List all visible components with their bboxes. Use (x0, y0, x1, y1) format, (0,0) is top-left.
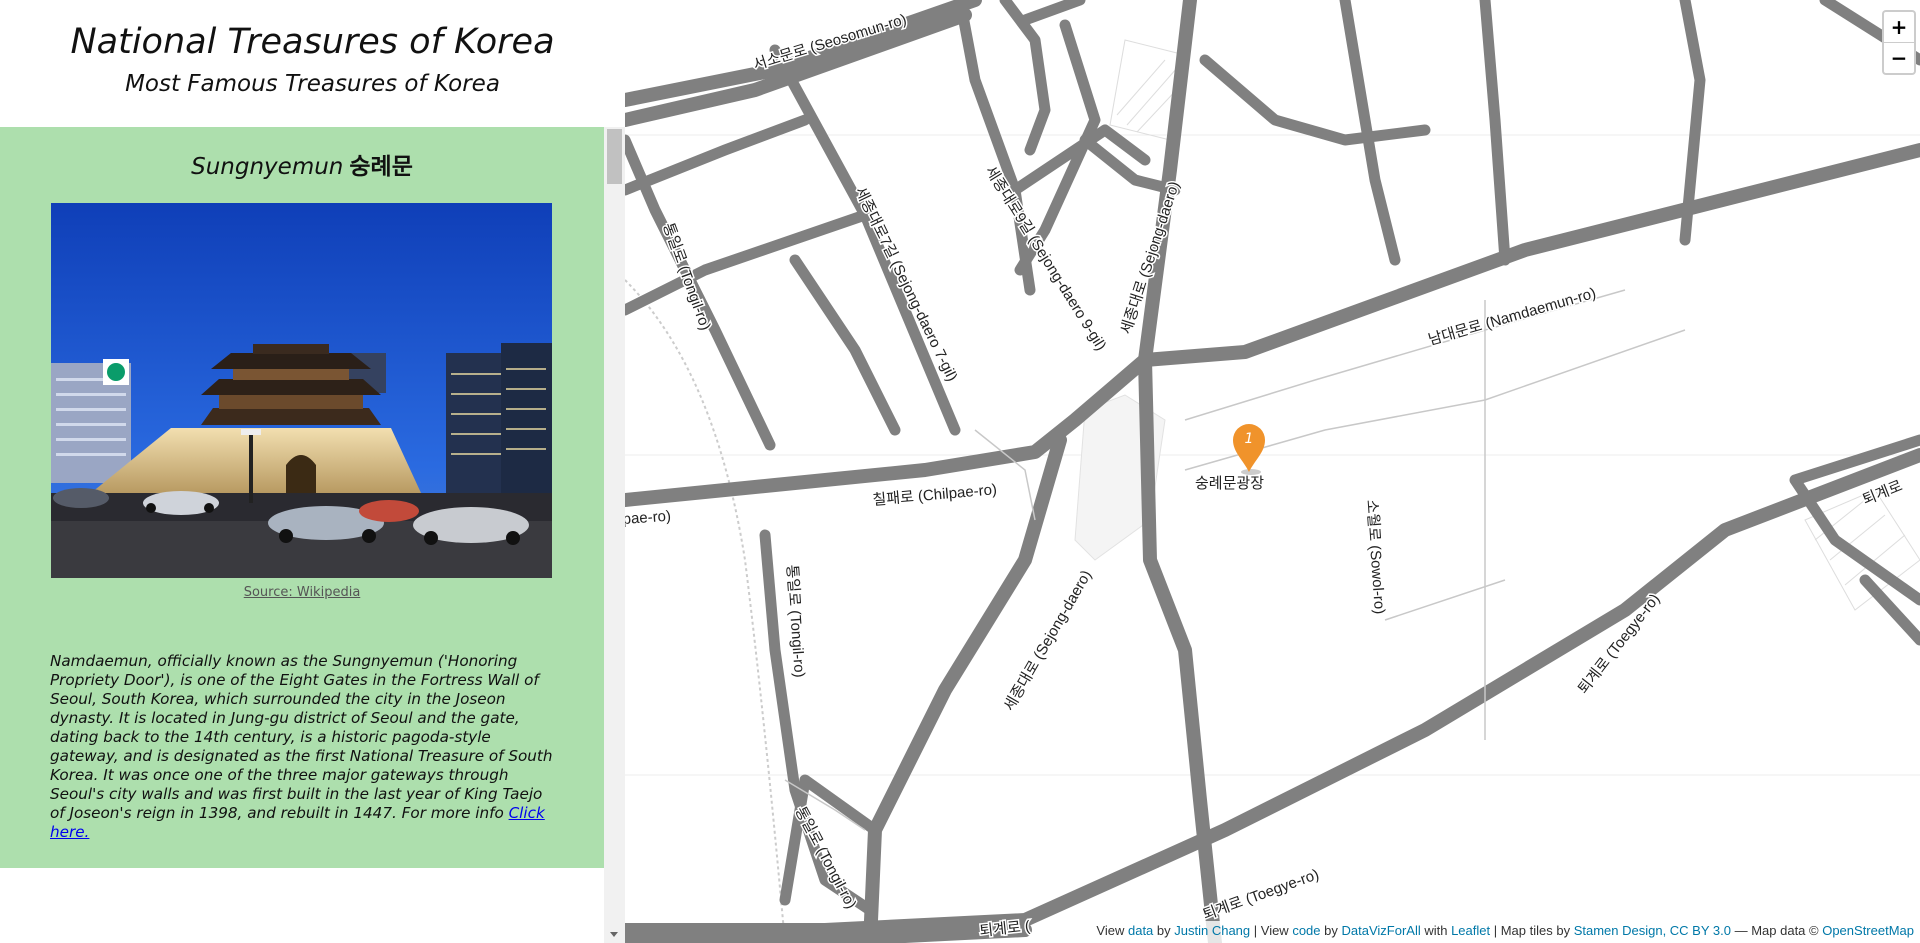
map-label-toegye-bottom: 퇴계로 (Toegye-ro) (1201, 866, 1322, 924)
treasure-title-korean: 숭례문 (349, 154, 413, 180)
page-header: National Treasures of Korea Most Famous … (0, 0, 625, 127)
treasure-title-english: Sungnyemun (191, 154, 344, 180)
story-scroll-pane[interactable]: Sungnyemun 숭례문 Source: Wikipedia Namdaem… (0, 127, 625, 943)
zoom-in-button[interactable]: + (1884, 12, 1914, 43)
attr-org-link[interactable]: DataVizForAll (1341, 923, 1420, 938)
treasure-title: Sungnyemun 숭례문 (0, 147, 604, 181)
map-label-namdaemun: 남대문로 (Namdaemun-ro) (1426, 285, 1598, 349)
page-title: National Treasures of Korea (70, 22, 555, 62)
map-label-tongil-middle: 통일로 (Tongil-ro) (783, 564, 808, 678)
attr-text: | Map tiles by (1490, 923, 1574, 938)
marker-number: 1 (1244, 431, 1254, 447)
map-label-sowol: 소월로 (Sowol-ro) (1363, 499, 1388, 615)
attr-text: with (1420, 923, 1452, 938)
treasure-photo (51, 203, 552, 578)
description-text: Namdaemun, officially known as the Sungn… (50, 652, 553, 822)
attr-author-link[interactable]: Justin Chang (1174, 923, 1250, 938)
attr-data-link[interactable]: data (1128, 923, 1153, 938)
map-label-plaza: 숭례문광장 (1195, 475, 1264, 492)
attr-text: View (1096, 923, 1128, 938)
marker-pin-icon (1233, 424, 1265, 475)
zoom-control: + − (1882, 10, 1916, 75)
map-label-tongil-upper: 통일로 (Tongil-ro) (659, 221, 714, 333)
attr-osm-link[interactable]: OpenStreetMap (1822, 923, 1914, 938)
page-subtitle: Most Famous Treasures of Korea (125, 71, 500, 97)
attr-text: — Map data © (1730, 923, 1823, 938)
map-label-chilpae: 칠패로 (Chilpae-ro) (872, 481, 998, 509)
sidebar-scrollbar[interactable] (604, 127, 625, 943)
treasure-card: Sungnyemun 숭례문 Source: Wikipedia Namdaem… (0, 127, 604, 868)
map-view[interactable]: 서소문로 (Seosomun-ro) 세종대로 (Sejong-daero) 세… (625, 0, 1920, 943)
map-label-sejong-9gil: 세종대로9길 (Sejong-daero 9-gil) (982, 163, 1110, 354)
scroll-down-arrow-icon[interactable] (610, 932, 618, 937)
attr-stamen-link[interactable]: Stamen Design, CC BY 3.0 (1574, 923, 1731, 938)
map-label-sejong-7gil: 세종대로7길 (Sejong-daero 7-gil) (851, 184, 960, 384)
zoom-out-button[interactable]: − (1884, 43, 1914, 73)
attr-text: | View (1250, 923, 1293, 938)
map-attribution: View data by Justin Chang | View code by… (1090, 921, 1920, 943)
treasure-marker[interactable]: 1 (1229, 420, 1269, 476)
sidebar: National Treasures of Korea Most Famous … (0, 0, 625, 943)
map-label-chilpae-left: pae-ro) (625, 508, 672, 528)
attr-text: by (1320, 923, 1342, 938)
image-source-link[interactable]: Source: Wikipedia (0, 585, 604, 600)
attr-code-link[interactable]: code (1292, 923, 1320, 938)
scrollbar-thumb[interactable] (607, 129, 622, 184)
attr-text: by (1153, 923, 1175, 938)
treasure-description: Namdaemun, officially known as the Sungn… (50, 652, 555, 842)
attr-leaflet-link[interactable]: Leaflet (1451, 923, 1490, 938)
